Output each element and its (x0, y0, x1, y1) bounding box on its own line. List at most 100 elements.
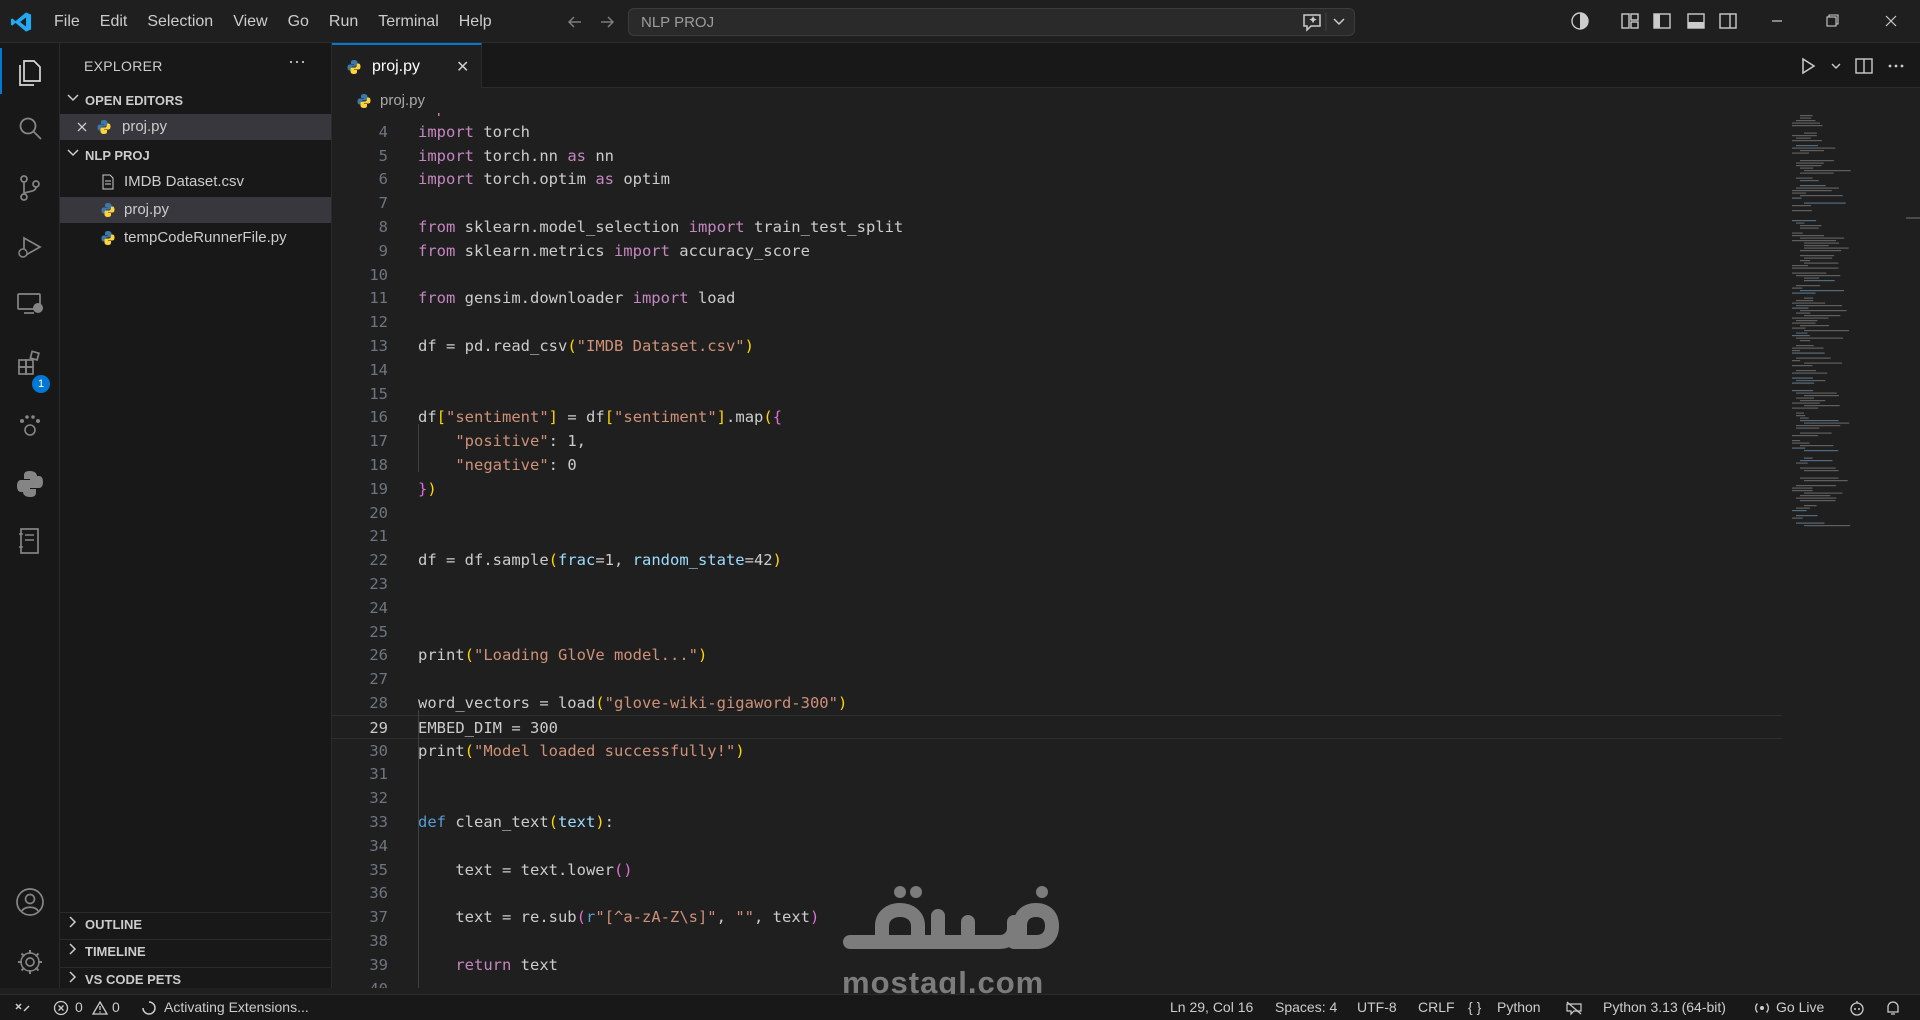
menu-edit[interactable]: Edit (90, 9, 138, 35)
account-icon[interactable] (14, 886, 46, 918)
menu-run[interactable]: Run (319, 9, 368, 35)
arrow-right-icon[interactable] (598, 13, 616, 31)
code-line[interactable]: 17 "positive": 1, (332, 429, 1782, 453)
go-live-button[interactable]: Go Live (1776, 999, 1824, 1015)
code-line[interactable]: 25 (332, 620, 1782, 644)
toggle-secondary-sidebar-icon[interactable] (1718, 11, 1738, 31)
code-line[interactable]: 18 "negative": 0 (332, 453, 1782, 477)
activity-status[interactable]: Activating Extensions... (164, 999, 309, 1015)
error-count[interactable]: 0 (75, 999, 83, 1015)
python-interpreter[interactable]: Python 3.13 (64-bit) (1603, 999, 1726, 1015)
code-line[interactable]: 20 (332, 501, 1782, 525)
code-line[interactable]: 10 (332, 263, 1782, 287)
open-editors-header[interactable]: OPEN EDITORS (60, 89, 332, 113)
copilot-status-icon[interactable] (1848, 999, 1866, 1017)
close-icon[interactable] (1871, 7, 1911, 35)
explorer-icon[interactable] (14, 56, 46, 88)
menu-terminal[interactable]: Terminal (368, 9, 448, 35)
warning-icon[interactable] (92, 1000, 108, 1016)
language-braces-icon[interactable]: { } (1468, 999, 1481, 1015)
menu-go[interactable]: Go (278, 9, 319, 35)
pets-icon[interactable] (14, 410, 46, 442)
python-icon[interactable] (14, 468, 46, 500)
code-line[interactable]: 9 from sklearn.metrics import accuracy_sc… (332, 239, 1782, 263)
code-line[interactable]: 34 (332, 834, 1782, 858)
toggle-sidebar-icon[interactable] (1652, 11, 1672, 31)
copilot-icon[interactable] (1300, 10, 1348, 34)
tweet-feedback-icon[interactable] (1565, 1000, 1583, 1016)
menu-selection[interactable]: Selection (137, 9, 223, 35)
accounts-layout-icon[interactable] (1570, 11, 1590, 31)
run-python-file-icon[interactable] (1798, 56, 1818, 76)
code-line[interactable]: 28 word_vectors = load("glove-wiki-gigawo… (332, 691, 1782, 715)
close-icon[interactable] (76, 121, 88, 133)
remote-indicator-icon[interactable] (0, 995, 44, 1020)
project-folder-header[interactable]: NLP PROJ (60, 144, 332, 168)
code-line[interactable]: 26 print("Loading GloVe model...") (332, 643, 1782, 667)
toggle-panel-icon[interactable] (1686, 11, 1706, 31)
notebook-icon[interactable] (14, 525, 46, 557)
cursor-position[interactable]: Ln 29, Col 16 (1170, 999, 1253, 1015)
code-line[interactable]: 22 df = df.sample(frac=1, random_state=42… (332, 548, 1782, 572)
code-line[interactable]: 16 df["sentiment"] = df["sentiment"].map(… (332, 405, 1782, 429)
file-proj-py[interactable]: proj.py (60, 197, 331, 223)
search-icon[interactable] (14, 113, 46, 145)
code-line[interactable]: 35 text = text.lower() (332, 858, 1782, 882)
remote-explorer-icon[interactable] (14, 288, 46, 320)
error-icon[interactable] (53, 1000, 69, 1016)
code-editor[interactable]: 3 import re 4 import torch 5 import torch.nn … (332, 113, 1920, 988)
code-line[interactable]: 14 (332, 358, 1782, 382)
minimap[interactable] (1788, 113, 1920, 988)
settings-gear-icon[interactable] (14, 946, 46, 978)
code-line[interactable]: 15 (332, 382, 1782, 406)
menu-help[interactable]: Help (449, 9, 502, 35)
code-line[interactable]: 12 (332, 310, 1782, 334)
code-line[interactable]: 23 (332, 572, 1782, 596)
code-line[interactable]: 8 from sklearn.model_selection import tra… (332, 215, 1782, 239)
language-mode[interactable]: Python (1497, 999, 1541, 1015)
code-line[interactable]: 27 (332, 667, 1782, 691)
more-actions-icon[interactable]: ··· (288, 51, 306, 72)
code-line[interactable]: 13 df = pd.read_csv("IMDB Dataset.csv") (332, 334, 1782, 358)
file-tempcoderunner[interactable]: tempCodeRunnerFile.py (60, 225, 331, 251)
code-line[interactable]: 5 import torch.nn as nn (332, 144, 1782, 168)
file-imdb-dataset[interactable]: IMDB Dataset.csv (60, 169, 331, 195)
minimize-icon[interactable] (1757, 7, 1797, 35)
code-line[interactable]: 4 import torch (332, 120, 1782, 144)
code-line[interactable]: 11 from gensim.downloader import load (332, 286, 1782, 310)
run-debug-icon[interactable] (14, 231, 46, 263)
code-line[interactable]: 24 (332, 596, 1782, 620)
menu-view[interactable]: View (223, 9, 277, 35)
tab-proj-py[interactable]: proj.py ✕ (332, 43, 482, 88)
open-editor-proj-py[interactable]: proj.py (60, 114, 331, 140)
code-line[interactable]: 29 EMBED_DIM = 300 (332, 714, 1782, 739)
code-line[interactable]: 7 (332, 191, 1782, 215)
broadcast-icon[interactable] (1753, 999, 1771, 1017)
code-line[interactable]: 19}) (332, 477, 1782, 501)
arrow-left-icon[interactable] (566, 13, 584, 31)
source-control-icon[interactable] (14, 172, 46, 204)
chevron-down-icon[interactable] (1830, 56, 1842, 76)
code-line[interactable]: 6 import torch.optim as optim (332, 167, 1782, 191)
timeline-header[interactable]: TIMELINE (60, 939, 332, 963)
code-line[interactable]: 21 (332, 524, 1782, 548)
code-line[interactable]: 33 def clean_text(text): (332, 810, 1782, 834)
tab-close-icon[interactable]: ✕ (456, 57, 469, 77)
code-line[interactable]: 30 print("Model loaded successfully!") (332, 739, 1782, 763)
code-line[interactable]: 31 (332, 762, 1782, 786)
eol-status[interactable]: CRLF (1418, 999, 1455, 1015)
split-editor-icon[interactable] (1854, 56, 1874, 76)
more-actions-icon[interactable] (1886, 56, 1906, 76)
notifications-bell-icon[interactable] (1884, 999, 1902, 1017)
encoding-status[interactable]: UTF-8 (1357, 999, 1397, 1015)
indentation-status[interactable]: Spaces: 4 (1275, 999, 1337, 1015)
code-line[interactable]: 32 (332, 786, 1782, 810)
menu-file[interactable]: File (44, 9, 90, 35)
restore-icon[interactable] (1812, 7, 1852, 35)
command-center-search[interactable]: NLP PROJ (628, 8, 1355, 36)
customize-layout-icon[interactable] (1620, 11, 1640, 31)
vscode-pets-header[interactable]: VS CODE PETS (60, 967, 332, 991)
outline-header[interactable]: OUTLINE (60, 912, 332, 936)
warning-count[interactable]: 0 (112, 999, 120, 1015)
breadcrumb-file[interactable]: proj.py (380, 92, 425, 109)
